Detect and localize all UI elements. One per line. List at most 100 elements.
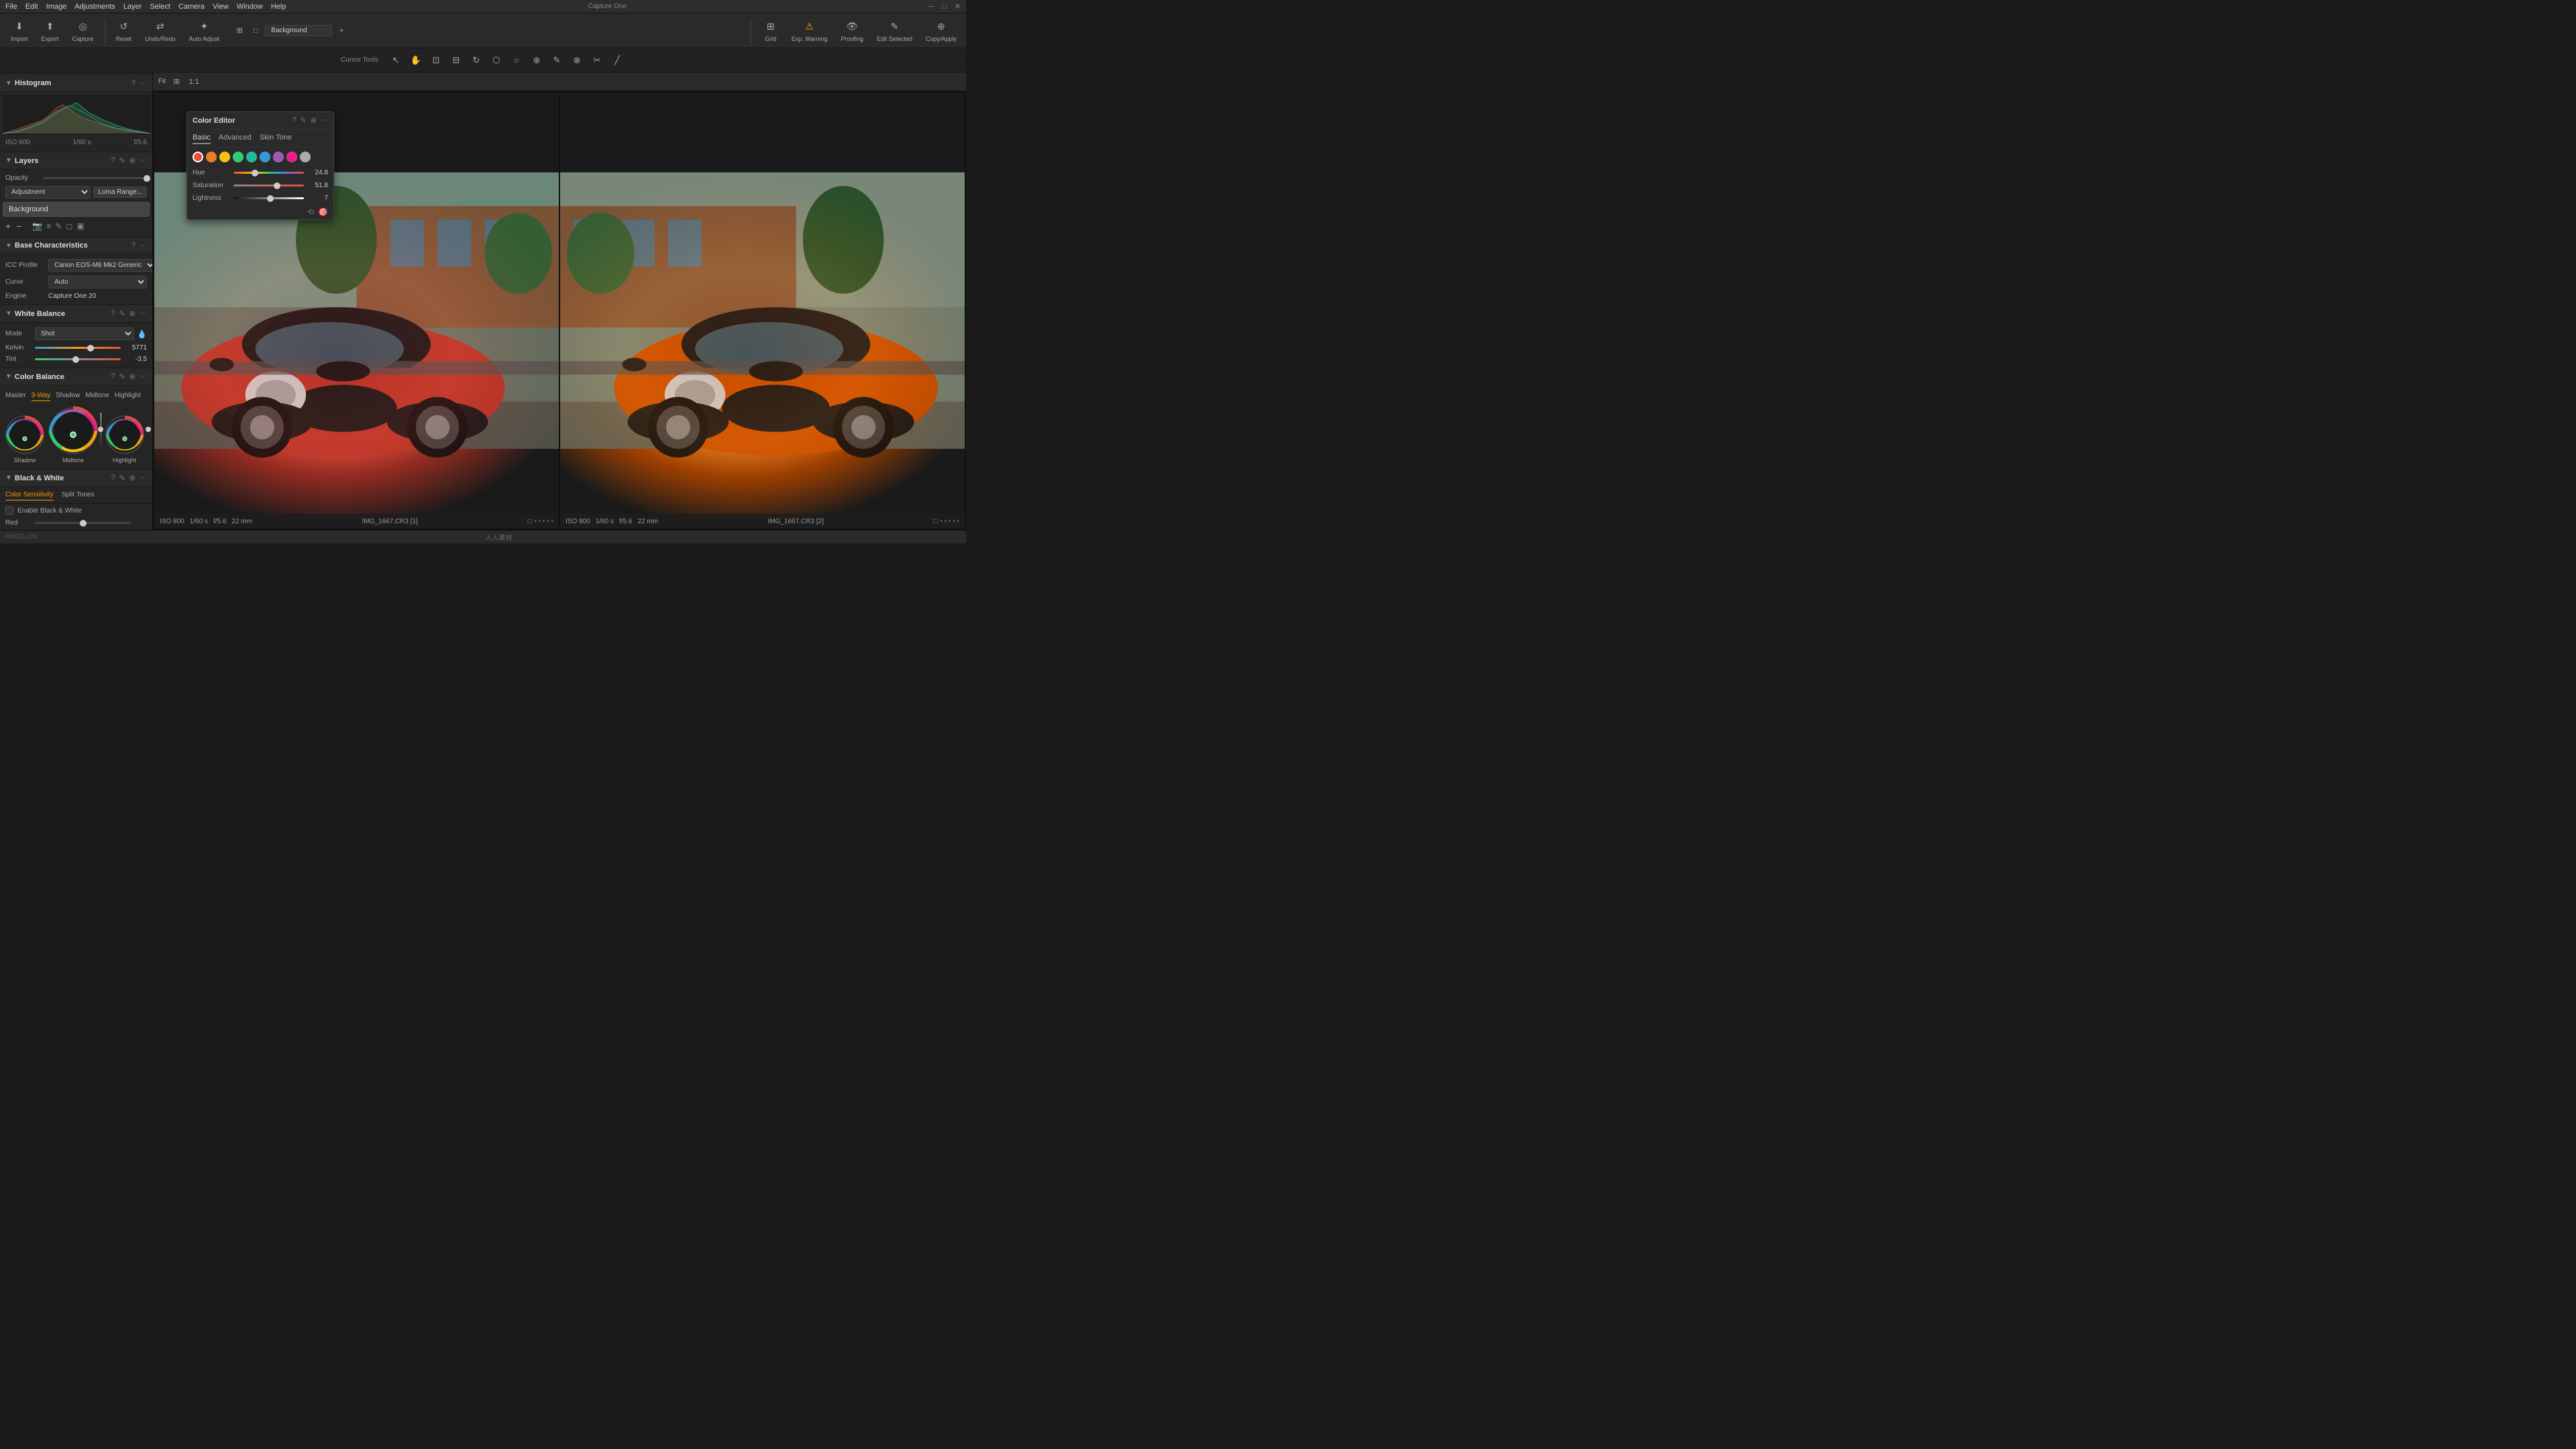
wb-help-icon[interactable]: ? (111, 309, 115, 318)
ce-more-icon[interactable]: ··· (321, 116, 328, 125)
wb-header[interactable]: ▼ White Balance ? ✎ ⊕ ··· (0, 305, 152, 323)
menu-view[interactable]: View (213, 3, 229, 11)
layer-remove-icon[interactable]: − (16, 221, 21, 231)
swatch-neutral[interactable] (300, 152, 311, 162)
layer-fill-icon[interactable]: ▣ (76, 221, 84, 231)
swatch-red[interactable] (193, 152, 203, 162)
luma-range-button[interactable]: Luma Range... (93, 186, 147, 198)
swatch-blue[interactable] (260, 152, 270, 162)
bw-help-icon[interactable]: ? (111, 474, 115, 482)
cb-tab-3way[interactable]: 3-Way (32, 390, 51, 401)
wb-copy-icon[interactable]: ⊕ (129, 309, 136, 318)
grid-view-btn[interactable]: ⊞ (233, 24, 246, 38)
cb-tab-shadow[interactable]: Shadow (56, 390, 80, 401)
icc-profile-select[interactable]: Canon EOS-M6 Mk2 Generic (48, 259, 153, 272)
wb-more-icon[interactable]: ··· (140, 309, 147, 318)
wb-edit-icon[interactable]: ✎ (119, 309, 125, 318)
base-chars-header[interactable]: ▼ Base Characteristics ? ··· (0, 237, 152, 254)
base-chars-help-icon[interactable]: ? (131, 241, 136, 250)
left-checkbox[interactable]: □ (527, 518, 531, 525)
layers-more-icon[interactable]: ··· (140, 156, 147, 165)
ce-edit-icon[interactable]: ✎ (301, 116, 307, 125)
histogram-more-icon[interactable]: ··· (140, 79, 147, 87)
cursor-tool-pan[interactable]: ✋ (408, 52, 424, 68)
bw-edit-icon[interactable]: ✎ (119, 474, 125, 482)
layer-type-dropdown[interactable]: Adjustment (5, 186, 91, 199)
wb-tint-slider[interactable] (35, 358, 121, 360)
highlight-wheel[interactable] (104, 414, 146, 455)
bw-enable-checkbox[interactable] (5, 506, 13, 515)
menu-image[interactable]: Image (46, 3, 67, 11)
swatch-yellow[interactable] (219, 152, 230, 162)
cursor-tool-straighten[interactable]: ⊟ (448, 52, 464, 68)
menu-adjustments[interactable]: Adjustments (74, 3, 115, 11)
layer-list-icon[interactable]: ≡ (46, 221, 51, 231)
cursor-tool-keystone[interactable]: ⬡ (488, 52, 504, 68)
swatch-teal[interactable] (246, 152, 257, 162)
ce-saturation-slider[interactable] (233, 184, 304, 186)
layers-help-icon[interactable]: ? (111, 156, 115, 165)
reset-button[interactable]: ↺ Reset (111, 17, 138, 45)
ce-reset-icon[interactable]: ⟲ (307, 207, 314, 217)
layer-camera-icon[interactable]: 📷 (32, 221, 42, 231)
single-view-btn[interactable]: □ (249, 24, 262, 38)
window-maximize[interactable]: □ (942, 3, 947, 11)
layer-brush-icon[interactable]: ✎ (55, 221, 62, 231)
window-minimize[interactable]: ─ (928, 3, 934, 11)
left-dot-nav[interactable]: • • • • • (534, 518, 553, 525)
export-button[interactable]: ⬆ Export (36, 17, 64, 45)
menu-window[interactable]: Window (237, 3, 263, 11)
proofing-button[interactable]: 👁 Proofing (837, 17, 867, 45)
menu-layer[interactable]: Layer (123, 3, 142, 11)
zoom-fit-icon[interactable]: ⊞ (170, 75, 183, 89)
ce-target-icon[interactable]: 🎯 (318, 207, 328, 217)
exp-warning-button[interactable]: ⚠ Exp. Warning (788, 17, 832, 45)
bw-tab-color-sensitivity[interactable]: Color Sensitivity (5, 490, 54, 500)
shadow-wheel[interactable] (4, 414, 46, 455)
bw-tab-split-tones[interactable]: Split Tones (62, 490, 95, 500)
undo-redo-button[interactable]: ⇄ Undo/Redo (140, 17, 181, 45)
ce-tab-basic[interactable]: Basic (193, 132, 211, 144)
curve-select[interactable]: Auto (48, 276, 147, 288)
swatch-orange[interactable] (206, 152, 217, 162)
background-layer-item[interactable]: Background (3, 202, 150, 217)
cb-header[interactable]: ▼ Color Balance ? ✎ ⊕ ··· (0, 368, 152, 386)
histogram-help-icon[interactable]: ? (131, 79, 136, 87)
cursor-tool-brush[interactable]: ✎ (549, 52, 565, 68)
ce-hue-slider[interactable] (233, 172, 304, 174)
zoom-100-icon[interactable]: 1:1 (187, 75, 201, 89)
midtone-wheel[interactable] (48, 406, 98, 455)
bw-header[interactable]: ▼ Black & White ? ✎ ⊕ ··· (0, 470, 152, 487)
cb-copy-icon[interactable]: ⊕ (129, 372, 136, 381)
histogram-header[interactable]: ▼ Histogram ? ··· (0, 75, 152, 92)
menu-edit[interactable]: Edit (25, 3, 38, 11)
import-button[interactable]: ⬇ Import (5, 17, 34, 45)
ce-help-icon[interactable]: ? (292, 116, 296, 125)
capture-button[interactable]: ◎ Capture (67, 17, 99, 45)
base-chars-more-icon[interactable]: ··· (140, 241, 147, 250)
cb-tab-highlight[interactable]: Highlight (115, 390, 141, 401)
cursor-tool-lasso[interactable]: ○ (508, 52, 525, 68)
cursor-tool-line[interactable]: ╱ (609, 52, 625, 68)
swatch-pink[interactable] (286, 152, 297, 162)
layer-eraser-icon[interactable]: ◻ (66, 221, 72, 231)
wb-kelvin-slider[interactable] (35, 347, 121, 349)
wb-eyedropper-icon[interactable]: 💧 (137, 329, 147, 339)
swatch-purple[interactable] (273, 152, 284, 162)
cb-more-icon[interactable]: ··· (140, 372, 147, 381)
bw-more-icon[interactable]: ··· (140, 474, 147, 482)
window-close[interactable]: ✕ (955, 2, 961, 11)
layer-add-icon[interactable]: + (5, 221, 11, 231)
grid-button[interactable]: ⊞ Grid (759, 17, 782, 45)
copy-apply-button[interactable]: ⊕ Copy/Apply (922, 17, 961, 45)
add-viewer-btn[interactable]: + (335, 24, 348, 38)
cb-tab-master[interactable]: Master (5, 390, 26, 401)
layers-edit-icon[interactable]: ✎ (119, 156, 125, 165)
right-dot-nav[interactable]: • • • • • (940, 518, 959, 525)
menu-help[interactable]: Help (271, 3, 286, 11)
auto-adjust-button[interactable]: ✦ Auto Adjust (184, 17, 225, 45)
ce-tab-skin-tone[interactable]: Skin Tone (260, 132, 292, 144)
cb-help-icon[interactable]: ? (111, 372, 115, 381)
bw-copy-icon[interactable]: ⊕ (129, 474, 136, 482)
ce-lightness-slider[interactable] (233, 197, 304, 199)
